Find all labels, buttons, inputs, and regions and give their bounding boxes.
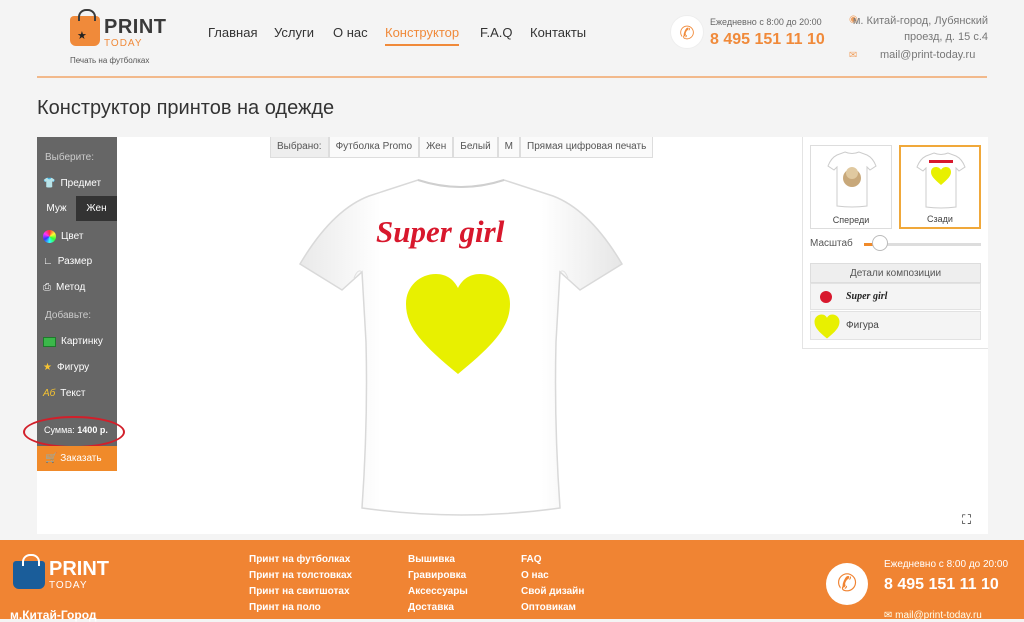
footer-logo-title[interactable]: PRINT [49, 558, 109, 581]
zoom-label: Масштаб [810, 238, 853, 249]
tool-sidebar: Выберите: 👕 Предмет Муж Жен Цвет ∟ Размер … [37, 137, 117, 447]
view-back-label: Сзади [927, 214, 953, 224]
printer-icon: ⎙ [43, 282, 51, 293]
chip-gender[interactable]: Жен [419, 137, 454, 158]
red-dot-icon [820, 291, 832, 303]
footer-link[interactable]: Принт на футболках [249, 554, 350, 565]
sidebar-item-size[interactable]: ∟ Размер [43, 256, 92, 267]
text-icon: Aб [43, 388, 56, 399]
footer [0, 540, 1024, 619]
view-back-thumb[interactable]: Сзади [899, 145, 981, 229]
logo-subtitle: TODAY [104, 38, 143, 49]
sidebar-item-subject[interactable]: 👕 Предмет [43, 178, 101, 189]
heart-shape[interactable] [404, 272, 512, 376]
footer-phone-icon: ✆ [826, 563, 868, 605]
header-email[interactable]: mail@print-today.ru [880, 49, 975, 61]
shirt-icon: 👕 [43, 178, 56, 189]
nav-faq[interactable]: F.A.Q [480, 25, 513, 40]
zoom-slider-handle[interactable] [872, 235, 888, 251]
view-front-thumb[interactable]: Спереди [810, 145, 892, 229]
logo-title[interactable]: PRINT [104, 16, 167, 39]
color-wheel-icon [43, 230, 56, 243]
header-phone[interactable]: 8 495 151 11 10 [710, 31, 825, 49]
footer-city: м.Китай-Город [10, 608, 97, 622]
footer-link[interactable]: Оптовикам [521, 602, 576, 613]
chip-size[interactable]: M [497, 137, 521, 158]
footer-logo-bag-icon[interactable] [13, 554, 45, 589]
design-text[interactable]: Super girl [376, 214, 504, 250]
header-address: м. Китай-город, Лубянский проезд, д. 15 … [852, 15, 988, 43]
cart-icon: 🛒 [45, 453, 58, 464]
work-hours: Ежедневно с 8:00 до 20:00 [710, 17, 822, 27]
order-button[interactable]: 🛒 Заказать [37, 446, 117, 471]
footer-link[interactable]: Принт на толстовках [249, 570, 352, 581]
footer-logo-subtitle: TODAY [49, 580, 88, 591]
detail-row-text[interactable]: Super girl [810, 283, 981, 310]
logo-tagline: Печать на футболках [70, 56, 150, 65]
nav-contacts[interactable]: Контакты [530, 25, 586, 40]
star-icon: ★ [43, 362, 52, 373]
sidebar-item-shape[interactable]: ★ Фигуру [43, 362, 89, 373]
picture-icon [43, 336, 56, 347]
header-divider [37, 76, 987, 78]
view-front-label: Спереди [832, 215, 870, 225]
heart-icon [814, 314, 840, 339]
footer-link[interactable]: Аксессуары [408, 586, 468, 597]
sidebar-item-picture[interactable]: Картинку [43, 336, 103, 347]
footer-link[interactable]: Вышивка [408, 554, 455, 565]
footer-link[interactable]: О нас [521, 570, 549, 581]
footer-link[interactable]: Гравировка [408, 570, 466, 581]
choose-label: Выберите: [45, 152, 94, 163]
front-tshirt-icon [827, 151, 877, 208]
ruler-icon: ∟ [43, 256, 53, 267]
detail-shape-label: Фигура [846, 320, 879, 331]
footer-hours: Ежедневно с 8:00 до 20:00 [884, 559, 1009, 570]
logo-bag-icon[interactable]: ★ [70, 9, 100, 46]
footer-link[interactable]: Принт на свитшотах [249, 586, 350, 597]
gender-male[interactable]: Муж [37, 196, 76, 221]
chip-color[interactable]: Белый [453, 137, 498, 158]
footer-link[interactable]: Свой дизайн [521, 586, 584, 597]
sidebar-item-color[interactable]: Цвет [43, 230, 83, 243]
chip-product[interactable]: Футболка Promo [328, 137, 420, 158]
chip-method[interactable]: Прямая цифровая печать [520, 137, 654, 158]
fullscreen-icon[interactable]: ⛶ [962, 512, 971, 528]
nav-about[interactable]: О нас [333, 25, 368, 40]
selection-label: Выбрано: [270, 137, 329, 158]
footer-link[interactable]: Принт на поло [249, 602, 321, 613]
footer-email[interactable]: ✉ mail@print-today.ru [884, 610, 982, 621]
selection-summary: Выбрано: Футболка Promo Жен Белый M Прям… [270, 137, 654, 158]
nav-home[interactable]: Главная [208, 25, 257, 40]
gender-female[interactable]: Жен [76, 196, 117, 221]
highlight-oval [23, 416, 125, 448]
envelope-icon: ✉ [849, 50, 858, 61]
back-tshirt-icon [916, 152, 966, 209]
nav-constructor[interactable]: Конструктор [385, 25, 460, 46]
detail-text-label: Super girl [846, 291, 888, 302]
sidebar-item-text[interactable]: Aб Текст [43, 388, 85, 399]
footer-link[interactable]: FAQ [521, 554, 542, 565]
sidebar-item-method[interactable]: ⎙ Метод [43, 282, 85, 293]
footer-phone[interactable]: 8 495 151 11 10 [884, 576, 999, 594]
phone-icon: ✆ [670, 15, 704, 49]
footer-envelope-icon: ✉ [884, 610, 896, 621]
footer-link[interactable]: Доставка [408, 602, 454, 613]
add-label: Добавьте: [45, 310, 92, 321]
composition-details-title: Детали композиции [810, 263, 981, 283]
page-title: Конструктор принтов на одежде [37, 97, 335, 119]
detail-row-shape[interactable]: Фигура [810, 311, 981, 340]
nav-services[interactable]: Услуги [274, 25, 314, 40]
